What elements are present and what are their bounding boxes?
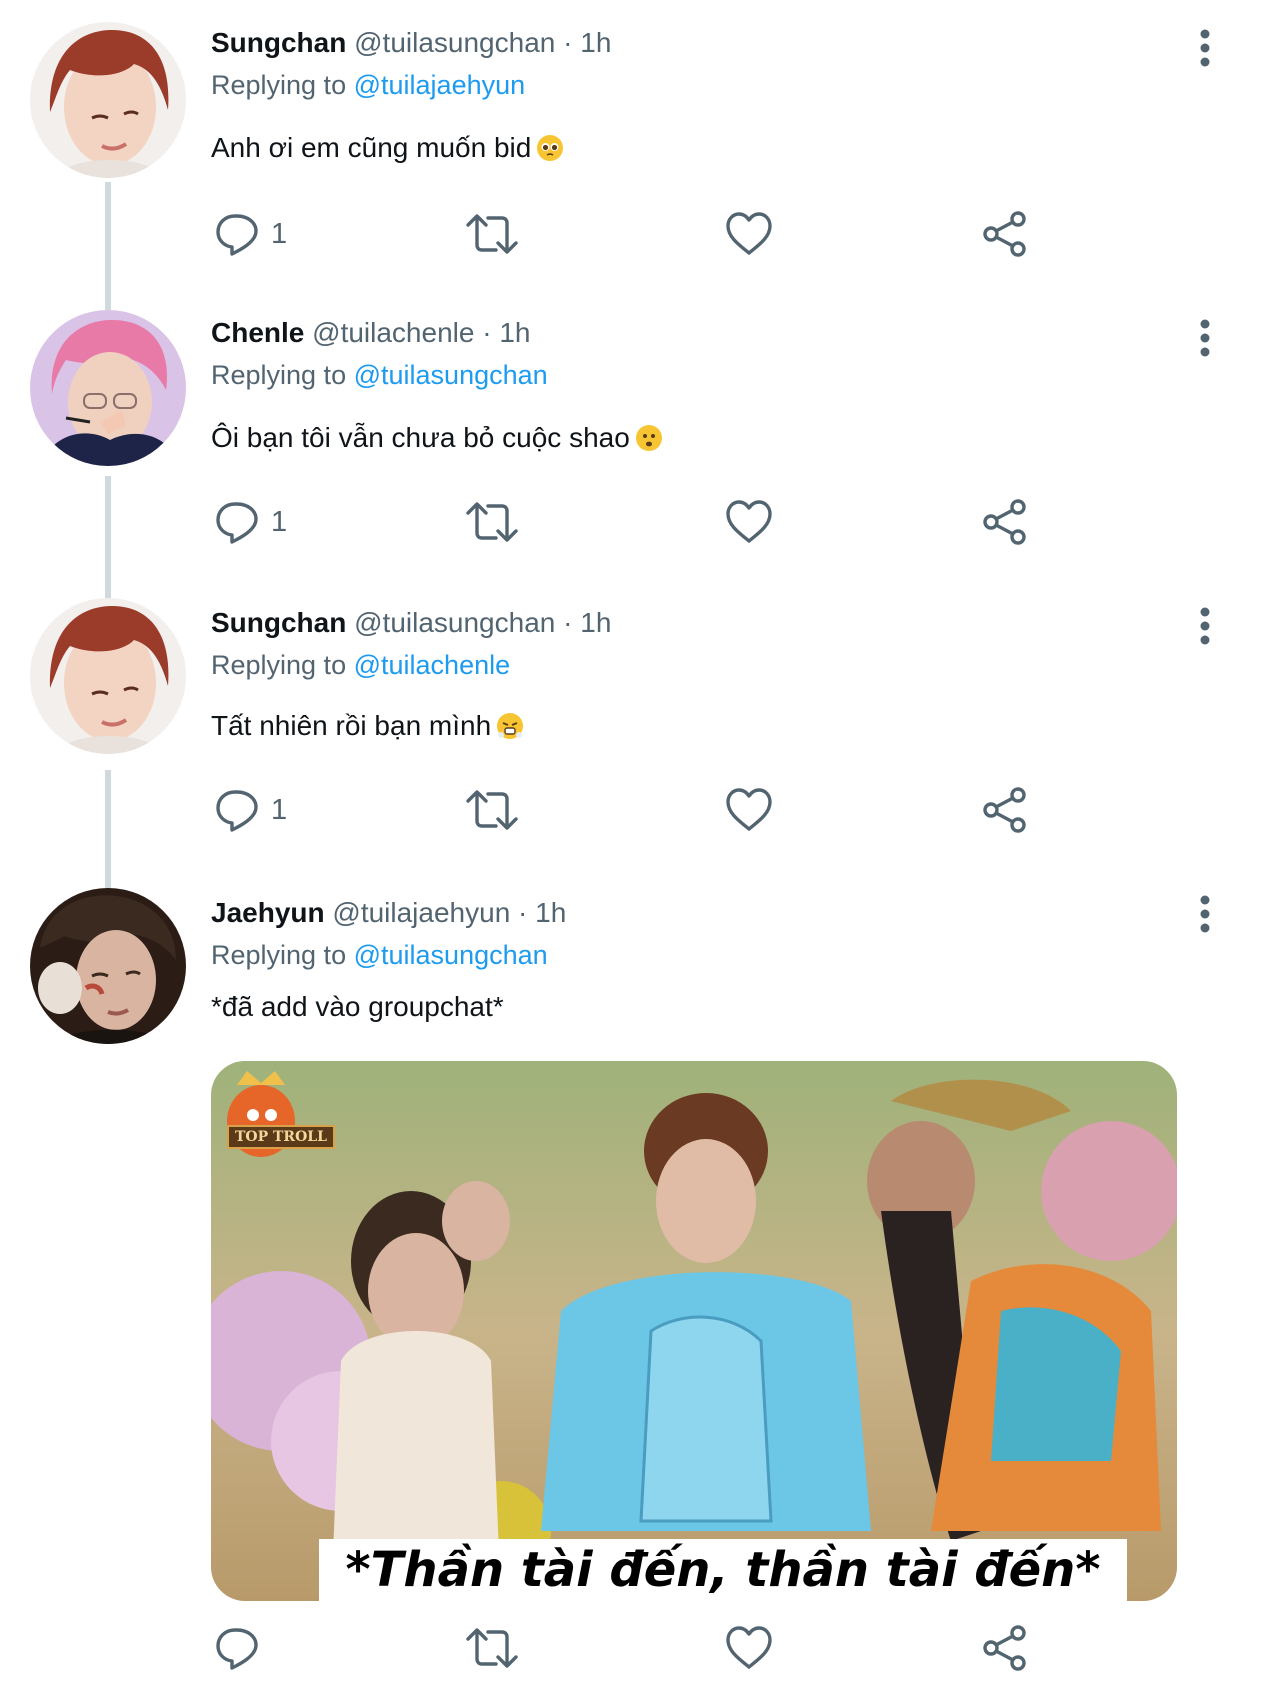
share-icon [981,498,1029,546]
tweet-text: Tất nhiên rồi bạn mình [211,710,524,742]
tweet-text: Anh ơi em cũng muốn bid [211,132,564,164]
pleading-face-icon [537,135,564,161]
replying-to: Replying to @tuilasungchan [211,360,548,391]
tweet-text-content: *đã add vào groupchat* [211,991,504,1022]
caption-box: *Thần tài đến, thần tài đến* [319,1539,1127,1601]
tweet[interactable]: Chenle @tuilachenle · 1h Replying to @tu… [0,290,1284,580]
display-name[interactable]: Chenle [211,317,304,348]
retweet-icon [464,787,520,833]
user-handle[interactable]: @tuilajaehyun [332,897,510,928]
display-name[interactable]: Sungchan [211,607,346,638]
reply-button[interactable] [215,1618,271,1678]
replying-to-link[interactable]: @tuilachenle [354,650,511,680]
action-bar: 1 [211,492,1111,552]
vertical-ellipsis-icon[interactable] [1193,894,1217,934]
user-handle[interactable]: @tuilasungchan [354,607,555,638]
replying-to: Replying to @tuilasungchan [211,940,548,971]
separator-dot: · [482,317,492,348]
retweet-icon [464,1625,520,1671]
tweet-media[interactable]: TOP TROLL *Thần tài đến, thần tài đến* [211,1061,1177,1601]
steam-from-nose-face-icon [497,713,524,739]
retweet-button[interactable] [464,492,520,552]
heart-icon [725,499,773,545]
replying-to-link[interactable]: @tuilajaehyun [354,70,526,100]
watermark-logo: TOP TROLL [227,1125,335,1149]
share-button[interactable] [981,780,1029,840]
reply-button[interactable]: 1 [215,492,287,552]
retweet-button[interactable] [464,204,520,264]
replying-to-link[interactable]: @tuilasungchan [354,360,548,390]
vertical-ellipsis-icon[interactable] [1193,606,1217,646]
speech-bubble-icon [215,499,261,545]
tweet-text: *đã add vào groupchat* [211,991,504,1023]
share-button[interactable] [981,1618,1029,1678]
reply-button[interactable]: 1 [215,204,287,264]
meme-image [211,1061,1177,1601]
tweet[interactable]: Jaehyun @tuilajaehyun · 1h Replying to @… [0,870,1284,1688]
replying-to: Replying to @tuilajaehyun [211,70,525,101]
tweet-text-content: Tất nhiên rồi bạn mình [211,710,492,741]
user-handle[interactable]: @tuilachenle [312,317,474,348]
tweet[interactable]: Sungchan @tuilasungchan · 1h Replying to… [0,580,1284,870]
heart-icon [725,787,773,833]
retweet-button[interactable] [464,1618,520,1678]
retweet-button[interactable] [464,780,520,840]
retweet-icon [464,499,520,545]
avatar[interactable] [30,22,186,178]
share-button[interactable] [981,492,1029,552]
like-button[interactable] [725,1618,773,1678]
retweet-icon [464,211,520,257]
tweet-text-content: Ôi bạn tôi vẫn chưa bỏ cuộc shao [211,422,630,453]
reply-button[interactable]: 1 [215,780,287,840]
reply-count: 1 [271,505,288,538]
separator-dot: · [563,27,573,58]
tweet-text: Ôi bạn tôi vẫn chưa bỏ cuộc shao [211,422,662,454]
frowning-face-icon [635,425,662,451]
share-icon [981,786,1029,834]
like-button[interactable] [725,204,773,264]
speech-bubble-icon [215,787,261,833]
tweet-header: Jaehyun @tuilajaehyun · 1h [211,897,566,929]
display-name[interactable]: Jaehyun [211,897,325,928]
share-icon [981,1624,1029,1672]
action-bar [211,1618,1111,1678]
avatar[interactable] [30,888,186,1044]
tweet-header: Chenle @tuilachenle · 1h [211,317,531,349]
replying-to-label: Replying to [211,70,347,100]
vertical-ellipsis-icon[interactable] [1193,28,1217,68]
tweet-header: Sungchan @tuilasungchan · 1h [211,27,611,59]
avatar[interactable] [30,598,186,754]
like-button[interactable] [725,780,773,840]
heart-icon [725,211,773,257]
vertical-ellipsis-icon[interactable] [1193,318,1217,358]
separator-dot: · [563,607,573,638]
timestamp[interactable]: 1h [535,897,566,928]
share-icon [981,210,1029,258]
share-button[interactable] [981,204,1029,264]
action-bar: 1 [211,780,1111,840]
heart-icon [725,1625,773,1671]
replying-to-link[interactable]: @tuilasungchan [354,940,548,970]
user-handle[interactable]: @tuilasungchan [354,27,555,58]
separator-dot: · [518,897,528,928]
tweet[interactable]: Sungchan @tuilasungchan · 1h Replying to… [0,0,1284,300]
tweet-header: Sungchan @tuilasungchan · 1h [211,607,611,639]
replying-to-label: Replying to [211,940,347,970]
tweet-text-content: Anh ơi em cũng muốn bid [211,132,532,163]
speech-bubble-icon [215,211,261,257]
replying-to: Replying to @tuilachenle [211,650,510,681]
action-bar: 1 [211,204,1111,264]
avatar[interactable] [30,310,186,466]
display-name[interactable]: Sungchan [211,27,346,58]
speech-bubble-icon [215,1625,261,1671]
like-button[interactable] [725,492,773,552]
meme-caption: *Thần tài đến, thần tài đến* [345,1542,1101,1598]
replying-to-label: Replying to [211,360,347,390]
timestamp[interactable]: 1h [580,607,611,638]
reply-count: 1 [271,793,288,826]
replying-to-label: Replying to [211,650,347,680]
timestamp[interactable]: 1h [499,317,530,348]
timestamp[interactable]: 1h [580,27,611,58]
reply-count: 1 [271,217,288,250]
